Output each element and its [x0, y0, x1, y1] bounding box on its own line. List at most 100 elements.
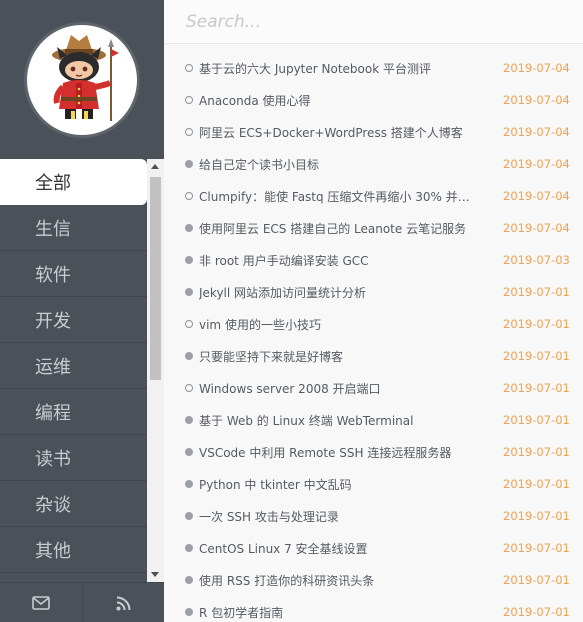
post-item[interactable]: Python 中 tkinter 中文乱码 2019-07-01 — [164, 468, 583, 500]
post-bullet-icon — [185, 64, 193, 72]
post-title-link[interactable]: Anaconda 使用心得 — [199, 92, 479, 109]
search-input[interactable] — [184, 10, 568, 33]
sidebar-footer — [0, 582, 164, 622]
post-bullet-icon — [185, 416, 193, 424]
post-date: 2019-07-01 — [503, 317, 570, 331]
post-title-link[interactable]: 使用阿里云 ECS 搭建自己的 Leanote 云笔记服务 — [199, 220, 479, 237]
menu-item-other[interactable]: 其他 — [0, 527, 147, 573]
sidebar: 全部 生信 软件 开发 运维 编程 读书 杂谈 其他 — [0, 0, 164, 622]
post-item[interactable]: CentOS Linux 7 安全基线设置 2019-07-01 — [164, 532, 583, 564]
post-date: 2019-07-01 — [503, 541, 570, 555]
post-date: 2019-07-04 — [503, 61, 570, 75]
post-item[interactable]: Clumpify：能使 Fastq 压缩文件再缩小 30% 并加速... 2019… — [164, 180, 583, 212]
menu-item-programming[interactable]: 编程 — [0, 389, 147, 435]
menu-item-ops[interactable]: 运维 — [0, 343, 147, 389]
menu-item-label: 软件 — [35, 264, 71, 286]
post-title-link[interactable]: Python 中 tkinter 中文乱码 — [199, 476, 479, 493]
post-item[interactable]: 一次 SSH 攻击与处理记录 2019-07-01 — [164, 500, 583, 532]
post-title-link[interactable]: 给自己定个读书小目标 — [199, 156, 479, 173]
post-bullet-icon — [185, 288, 193, 296]
post-bullet-icon — [185, 160, 193, 168]
post-bullet-icon — [185, 224, 193, 232]
post-title-link[interactable]: 基于云的六大 Jupyter Notebook 平台测评 — [199, 60, 479, 77]
menu-item-all[interactable]: 全部 — [0, 159, 147, 205]
avatar[interactable] — [27, 25, 137, 135]
post-item[interactable]: 非 root 用户手动编译安装 GCC 2019-07-03 — [164, 244, 583, 276]
post-bullet-icon — [185, 256, 193, 264]
post-item[interactable]: Windows server 2008 开启端口 2019-07-01 — [164, 372, 583, 404]
post-date: 2019-07-04 — [503, 157, 570, 171]
menu-item-label: 杂谈 — [35, 494, 71, 516]
post-item[interactable]: Jekyll 网站添加访问量统计分析 2019-07-01 — [164, 276, 583, 308]
main-content: 基于云的六大 Jupyter Notebook 平台测评2019-07-04An… — [164, 0, 583, 622]
post-date: 2019-07-01 — [503, 381, 570, 395]
scroll-down-arrow-icon[interactable] — [151, 572, 159, 577]
menu-item-development[interactable]: 开发 — [0, 297, 147, 343]
post-bullet-icon — [185, 352, 193, 360]
post-bullet-icon — [185, 448, 193, 456]
post-date: 2019-07-01 — [503, 413, 570, 427]
post-title-link[interactable]: Windows server 2008 开启端口 — [199, 380, 479, 397]
post-date: 2019-07-03 — [503, 253, 570, 267]
post-item[interactable]: 阿里云 ECS+Docker+WordPress 搭建个人博客 2019-07-0… — [164, 116, 583, 148]
menu-item-label: 读书 — [35, 448, 71, 470]
post-title-link[interactable]: 非 root 用户手动编译安装 GCC — [199, 252, 479, 269]
post-item[interactable]: R 包初学者指南 2019-07-01 — [164, 596, 583, 622]
post-item[interactable]: Anaconda 使用心得 2019-07-04 — [164, 84, 583, 116]
menu-item-label: 生信 — [35, 218, 71, 240]
post-date: 2019-07-01 — [503, 349, 570, 363]
post-title-link[interactable]: Jekyll 网站添加访问量统计分析 — [199, 284, 479, 301]
post-date: 2019-07-01 — [503, 509, 570, 523]
mail-button[interactable] — [0, 583, 83, 622]
post-title-link[interactable]: 使用 RSS 打造你的科研资讯头条 — [199, 572, 479, 589]
post-date: 2019-07-04 — [503, 93, 570, 107]
post-item[interactable]: 基于 Web 的 Linux 终端 WebTerminal 2019-07-01 — [164, 404, 583, 436]
post-bullet-icon — [185, 384, 193, 392]
post-title-link[interactable]: vim 使用的一些小技巧 — [199, 316, 479, 333]
menu-item-misc-talk[interactable]: 杂谈 — [0, 481, 147, 527]
menu-item-label: 运维 — [35, 356, 71, 378]
post-date: 2019-07-04 — [503, 125, 570, 139]
post-title-link[interactable]: 阿里云 ECS+Docker+WordPress 搭建个人博客 — [199, 124, 479, 141]
mail-icon — [31, 596, 50, 610]
menu-item-reading[interactable]: 读书 — [0, 435, 147, 481]
menu-item-label: 全部 — [35, 173, 71, 194]
menu-item-bioinfo[interactable]: 生信 — [0, 205, 147, 251]
scrollbar-thumb[interactable] — [150, 177, 161, 380]
post-bullet-icon — [185, 576, 193, 584]
menu-item-label: 编程 — [35, 402, 71, 424]
post-title-link[interactable]: 一次 SSH 攻击与处理记录 — [199, 508, 479, 525]
post-item[interactable]: 只要能坚持下来就是好博客 2019-07-01 — [164, 340, 583, 372]
post-item[interactable]: vim 使用的一些小技巧 2019-07-01 — [164, 308, 583, 340]
post-item[interactable]: VSCode 中利用 Remote SSH 连接远程服务器 2019-07-01 — [164, 436, 583, 468]
menu-item-software[interactable]: 软件 — [0, 251, 147, 297]
post-title-link[interactable]: Clumpify：能使 Fastq 压缩文件再缩小 30% 并加速... — [199, 188, 479, 205]
post-title-link[interactable]: CentOS Linux 7 安全基线设置 — [199, 540, 479, 557]
post-bullet-icon — [185, 96, 193, 104]
menu-item-label: 其他 — [35, 540, 71, 562]
post-bullet-icon — [185, 608, 193, 616]
menu-scrollbar[interactable] — [147, 159, 164, 582]
post-date: 2019-07-04 — [503, 189, 570, 203]
post-title-link[interactable]: 基于 Web 的 Linux 终端 WebTerminal — [199, 412, 479, 429]
post-title-link[interactable]: R 包初学者指南 — [199, 604, 479, 621]
post-item[interactable]: 给自己定个读书小目标 2019-07-04 — [164, 148, 583, 180]
octocat-mountie-avatar-icon — [52, 35, 119, 121]
rss-button[interactable] — [83, 583, 165, 622]
category-menu: 全部 生信 软件 开发 运维 编程 读书 杂谈 其他 — [0, 159, 147, 582]
post-bullet-icon — [185, 544, 193, 552]
post-title-link[interactable]: 只要能坚持下来就是好博客 — [199, 348, 479, 365]
post-bullet-icon — [185, 128, 193, 136]
post-item[interactable]: 使用阿里云 ECS 搭建自己的 Leanote 云笔记服务 2019-07-04 — [164, 212, 583, 244]
post-list: 基于云的六大 Jupyter Notebook 平台测评 2019-07-04 An… — [164, 52, 583, 622]
post-item[interactable]: 使用 RSS 打造你的科研资讯头条 2019-07-01 — [164, 564, 583, 596]
post-date: 2019-07-04 — [503, 221, 570, 235]
search-bar — [164, 0, 583, 44]
post-item[interactable]: 基于云的六大 Jupyter Notebook 平台测评 2019-07-04 — [164, 52, 583, 84]
post-date: 2019-07-01 — [503, 477, 570, 491]
post-date: 2019-07-01 — [503, 573, 570, 587]
post-title-link[interactable]: VSCode 中利用 Remote SSH 连接远程服务器 — [199, 444, 479, 461]
post-date: 2019-07-01 — [503, 605, 570, 619]
scroll-up-arrow-icon[interactable] — [151, 164, 159, 169]
rss-icon — [116, 596, 131, 610]
